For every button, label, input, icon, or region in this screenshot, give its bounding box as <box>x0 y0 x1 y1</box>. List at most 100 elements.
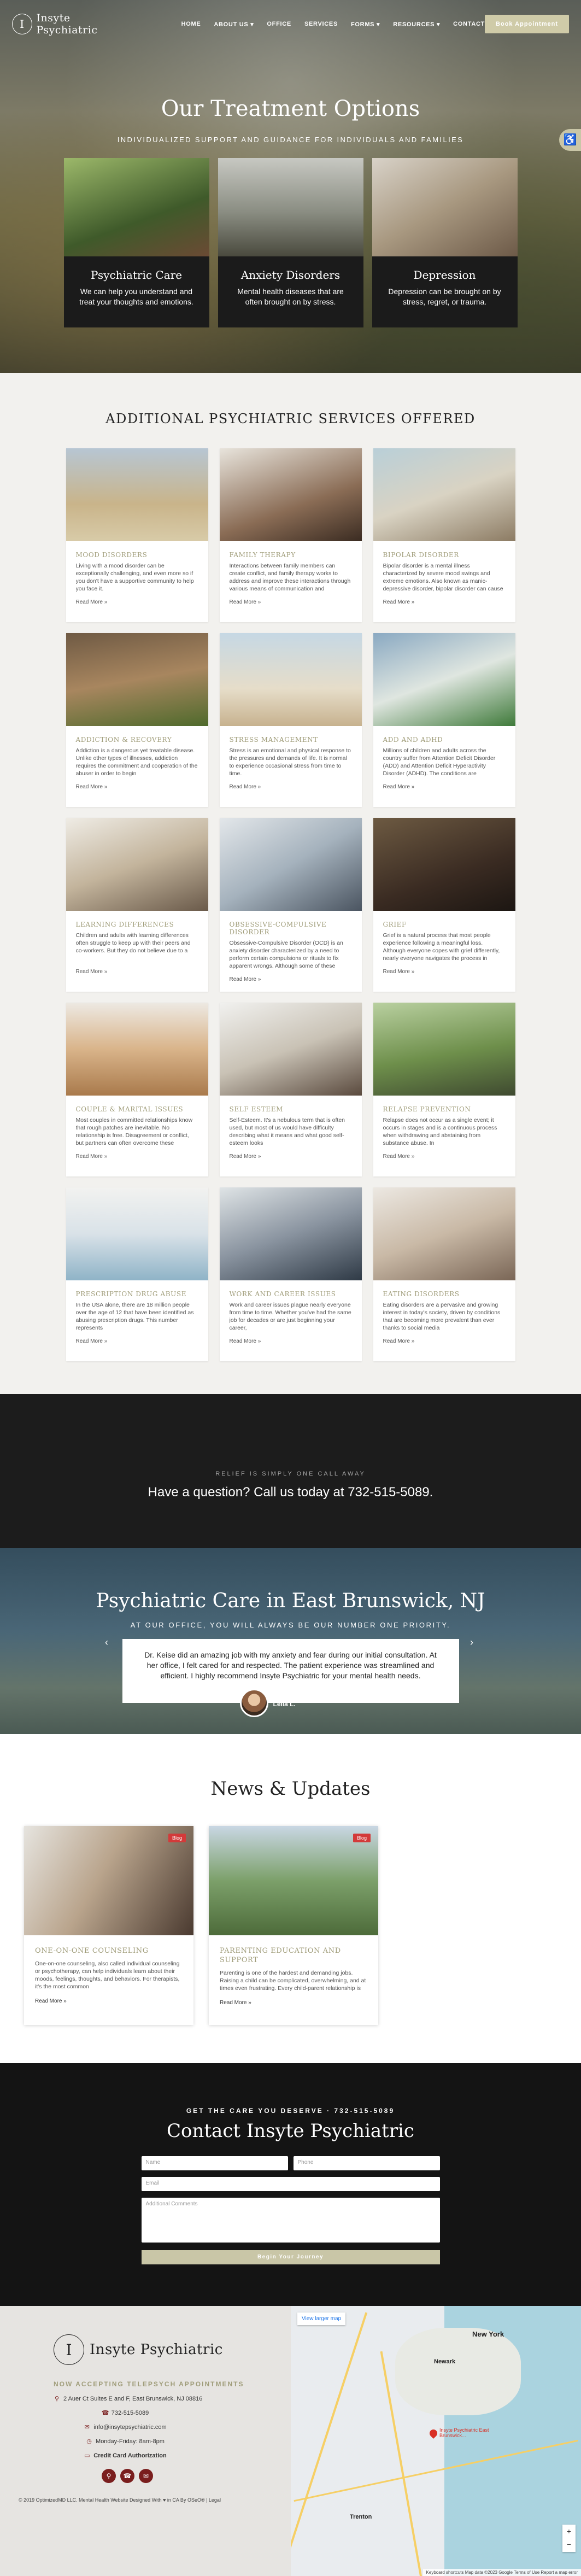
email-field[interactable]: Email <box>141 2177 440 2191</box>
service-description: Children and adults with learning differ… <box>75 932 191 954</box>
map-city-label: Trenton <box>350 2514 372 2520</box>
service-title[interactable]: Obsessive-Compulsive Disorder <box>230 921 352 936</box>
service-card[interactable]: Self Esteem Self-Esteem. It's a nebulous … <box>219 1003 362 1176</box>
name-field[interactable]: Name <box>141 2156 288 2170</box>
read-more-link[interactable]: Read More » <box>230 784 352 790</box>
nav-office[interactable]: Office <box>267 21 291 28</box>
map-zoom-control[interactable]: + − <box>562 2525 576 2552</box>
nav-home[interactable]: Home <box>181 21 201 28</box>
service-card[interactable]: Learning Differences Children and adults … <box>66 818 208 992</box>
map-road <box>291 2312 368 2570</box>
service-description: Obsessive-Compulsive Disorder (OCD) is a… <box>229 940 343 969</box>
nav-services[interactable]: Services <box>304 21 338 28</box>
news-card-title[interactable]: One-on-One Counseling <box>35 1946 183 1956</box>
read-more-link[interactable]: Read More » <box>383 1154 506 1160</box>
service-card[interactable]: Couple & Marital Issues Most couples in c… <box>66 1003 208 1176</box>
telepsych-notice: NOW ACCEPTING TELEPSYCH APPOINTMENTS <box>54 2380 244 2388</box>
nav-forms[interactable]: Forms ▾ <box>351 21 380 28</box>
carousel-next-arrow-icon[interactable]: › <box>470 1637 473 1648</box>
service-description: Stress is an emotional and physical resp… <box>229 747 351 777</box>
service-photo <box>66 1003 208 1096</box>
read-more-link[interactable]: Read More » <box>220 2000 367 2006</box>
read-more-link[interactable]: Read More » <box>383 599 506 605</box>
service-title[interactable]: Work and Career Issues <box>230 1290 352 1298</box>
service-card[interactable]: Addiction & Recovery Addiction is a dange… <box>66 633 208 807</box>
service-card[interactable]: Mood Disorders Living with a mood disorde… <box>66 448 208 622</box>
read-more-link[interactable]: Read More » <box>230 1154 352 1160</box>
service-card[interactable]: Obsessive-Compulsive Disorder Obsessive-C… <box>219 818 362 992</box>
service-card[interactable]: Family Therapy Interactions between famil… <box>219 448 362 622</box>
service-card[interactable]: Work and Career Issues Work and career is… <box>219 1187 362 1361</box>
contact-section: GET THE CARE YOU DESERVE · 732-515-5089 … <box>0 2063 581 2306</box>
book-appointment-button[interactable]: Book Appointment <box>485 15 569 33</box>
service-card[interactable]: Bipolar Disorder Bipolar disorder is a me… <box>373 448 515 622</box>
location-subtitle: At our office, you will always be our nu… <box>130 1621 451 1629</box>
map-pin-icon[interactable]: ⚲ <box>102 2469 116 2483</box>
comments-field[interactable]: Additional Comments <box>141 2198 440 2243</box>
phone-text: 732-515-5089 <box>111 2410 149 2416</box>
service-title[interactable]: Family Therapy <box>230 551 352 559</box>
read-more-link[interactable]: Read More » <box>76 599 198 605</box>
treatment-card-title: Depression <box>413 268 476 282</box>
read-more-link[interactable]: Read More » <box>76 1338 198 1344</box>
service-title[interactable]: Learning Differences <box>76 921 198 928</box>
read-more-link[interactable]: Read More » <box>76 1154 198 1160</box>
nav-about-us[interactable]: About Us ▾ <box>214 21 254 28</box>
service-title[interactable]: Grief <box>383 921 506 928</box>
carousel-prev-arrow-icon[interactable]: ‹ <box>105 1637 108 1648</box>
service-title[interactable]: Stress Management <box>230 736 352 743</box>
read-more-link[interactable]: Read More » <box>383 969 506 975</box>
service-title[interactable]: Prescription Drug Abuse <box>76 1290 198 1298</box>
read-more-link[interactable]: Read More » <box>230 599 352 605</box>
treatment-card-psychiatric-care[interactable]: Psychiatric Care We can help you underst… <box>63 158 209 327</box>
cta-phone[interactable]: Have a question? Call us today at 732-51… <box>0 1485 581 1500</box>
footer-email[interactable]: ✉ info@insytepsychiatric.com <box>54 2424 197 2431</box>
submit-button[interactable]: Begin Your Journey <box>141 2250 440 2264</box>
footer-logo[interactable]: I Insyte Psychiatric <box>54 2334 291 2365</box>
service-title[interactable]: ADD and ADHD <box>383 736 506 743</box>
news-card[interactable]: Blog One-on-One Counseling One-on-one co… <box>24 1826 193 2025</box>
mail-icon[interactable]: ✉ <box>139 2469 153 2483</box>
nav-contact[interactable]: Contact <box>453 21 485 28</box>
google-map[interactable]: New York Newark Trenton Insyte Psychiatr… <box>291 2306 581 2576</box>
service-card[interactable]: Grief Grief is a natural process that mos… <box>373 818 515 992</box>
read-more-link[interactable]: Read More » <box>76 784 198 790</box>
view-larger-map-link[interactable]: View larger map <box>297 2312 346 2325</box>
phone-icon[interactable]: ☎ <box>120 2469 134 2483</box>
service-card[interactable]: Relapse Prevention Relapse does not occur… <box>373 1003 515 1176</box>
testimonial-text: Dr. Keise did an amazing job with my anx… <box>144 1650 437 1680</box>
service-card[interactable]: Eating Disorders Eating disorders are a p… <box>373 1187 515 1361</box>
read-more-link[interactable]: Read More » <box>230 1338 352 1344</box>
map-pin-icon[interactable] <box>428 2428 439 2439</box>
service-description: Living with a mood disorder can be excep… <box>75 563 194 592</box>
location-title: Psychiatric Care in East Brunswick, NJ <box>96 1590 485 1612</box>
read-more-link[interactable]: Read More » <box>76 969 198 975</box>
footer-phone[interactable]: ☎ 732-515-5089 <box>54 2410 197 2416</box>
treatment-card-anxiety-disorders[interactable]: Anxiety Disorders Mental health diseases… <box>218 158 363 327</box>
service-title[interactable]: Eating Disorders <box>383 1290 506 1298</box>
service-card[interactable]: ADD and ADHD Millions of children and adu… <box>373 633 515 807</box>
treatment-card-text: Depression can be brought on by stress, … <box>388 287 501 306</box>
service-title[interactable]: Mood Disorders <box>76 551 198 559</box>
read-more-link[interactable]: Read More » <box>383 1338 506 1344</box>
service-title[interactable]: Relapse Prevention <box>383 1105 506 1113</box>
read-more-link[interactable]: Read More » <box>383 784 506 790</box>
read-more-link[interactable]: Read More » <box>230 976 352 982</box>
service-title[interactable]: Bipolar Disorder <box>383 551 506 559</box>
news-card[interactable]: Blog Parenting Education and Support Par… <box>209 1826 378 2025</box>
read-more-link[interactable]: Read More » <box>35 1998 183 2004</box>
footer-credit-card[interactable]: ▭ Credit Card Authorization <box>54 2452 197 2459</box>
service-card[interactable]: Prescription Drug Abuse In the USA alone,… <box>66 1187 208 1361</box>
service-card[interactable]: Stress Management Stress is an emotional … <box>219 633 362 807</box>
treatment-card-depression[interactable]: Depression Depression can be brought on … <box>372 158 518 327</box>
news-card-title[interactable]: Parenting Education and Support <box>220 1946 367 1965</box>
service-title[interactable]: Addiction & Recovery <box>76 736 198 743</box>
service-title[interactable]: Couple & Marital Issues <box>76 1105 198 1113</box>
service-photo <box>373 633 515 726</box>
phone-field[interactable]: Phone <box>293 2156 440 2170</box>
footer-address[interactable]: ⚲ 2 Auer Ct Suites E and F, East Brunswic… <box>54 2396 291 2402</box>
nav-resources[interactable]: Resources ▾ <box>393 21 440 28</box>
reviewer-name: Leila L. <box>273 1700 296 1708</box>
site-logo[interactable]: I Insyte Psychiatric <box>12 12 131 36</box>
service-title[interactable]: Self Esteem <box>230 1105 352 1113</box>
